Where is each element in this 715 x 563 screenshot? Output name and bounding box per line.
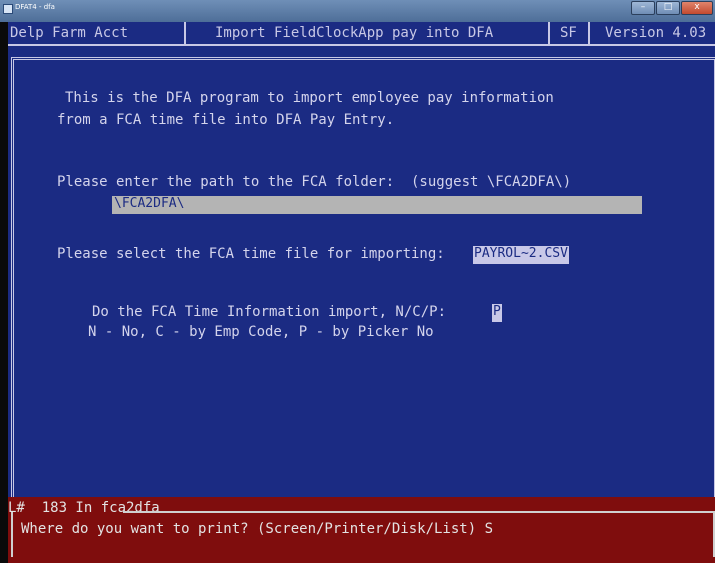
print-destination-prompt[interactable]: Where do you want to print? (Screen/Prin…	[21, 521, 493, 537]
app-icon	[3, 4, 13, 14]
company-name: Delp Farm Acct	[10, 25, 129, 41]
window-titlebar: DFAT4 - dfa – □ x	[0, 0, 715, 22]
minimize-button[interactable]: –	[631, 1, 655, 15]
header-divider	[588, 22, 590, 44]
program-code: SF	[560, 25, 577, 41]
intro-line-2: from a FCA time file into DFA Pay Entry.	[57, 112, 395, 128]
program-title: Import FieldClockApp pay into DFA	[215, 25, 494, 41]
import-option-input[interactable]: P	[492, 304, 502, 322]
console-screen: Delp Farm Acct Import FieldClockApp pay …	[8, 22, 715, 563]
folder-path-input[interactable]: \FCA2DFA\	[112, 196, 642, 214]
header-divider	[184, 22, 186, 44]
program-header: Delp Farm Acct Import FieldClockApp pay …	[8, 22, 715, 46]
time-file-input[interactable]: PAYROL~2.CSV	[473, 246, 569, 264]
print-prompt-box: Where do you want to print? (Screen/Prin…	[11, 512, 715, 557]
close-button[interactable]: x	[681, 1, 713, 15]
import-option-help: N - No, C - by Emp Code, P - by Picker N…	[88, 324, 434, 340]
maximize-button[interactable]: □	[656, 1, 680, 15]
status-panel: L# 183 In fca2dfa Where do you want to p…	[8, 497, 715, 563]
import-option-prompt: Do the FCA Time Information import, N/C/…	[92, 304, 447, 320]
time-file-prompt: Please select the FCA time file for impo…	[57, 246, 445, 262]
window-controls: – □ x	[631, 1, 713, 15]
header-divider	[548, 22, 550, 44]
intro-line-1: This is the DFA program to import employ…	[65, 90, 554, 106]
program-version: Version 4.03	[605, 25, 707, 41]
window-title: DFAT4 - dfa	[15, 3, 55, 11]
folder-prompt: Please enter the path to the FCA folder:…	[57, 174, 572, 190]
